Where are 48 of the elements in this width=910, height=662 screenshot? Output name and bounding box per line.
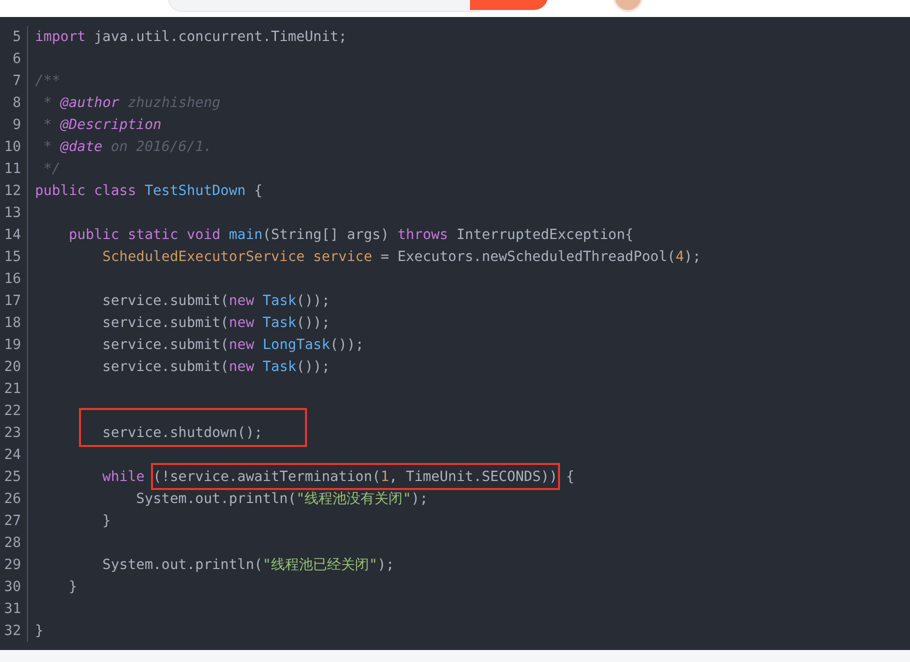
code-line: }	[68, 579, 78, 595]
line-number: 22	[0, 400, 28, 422]
line-number: 7	[0, 70, 28, 92]
line-number: 18	[0, 312, 28, 334]
line-number: 31	[0, 598, 28, 620]
code-line: System.out.println("线程池已经关闭");	[101, 557, 394, 573]
line-number: 10	[0, 136, 28, 158]
code-line: service.shutdown();	[101, 425, 263, 441]
line-number: 19	[0, 334, 28, 356]
code-line: * @author zhuzhisheng	[42, 95, 220, 111]
code-line: System.out.println("线程池没有关闭");	[135, 491, 428, 507]
code-line: */	[42, 161, 60, 177]
code-line: public class TestShutDown {	[35, 183, 263, 199]
line-number: 16	[0, 268, 28, 290]
code-line: ScheduledExecutorService service = Executors.newScheduledThreadPool(4);	[101, 249, 701, 265]
code-line: service.submit(new Task());	[101, 293, 330, 309]
line-number: 14	[0, 224, 28, 246]
line-number: 15	[0, 246, 28, 268]
line-number: 6	[0, 48, 28, 70]
code-line: import java.util.concurrent.TimeUnit;	[35, 29, 347, 45]
line-number: 11	[0, 158, 28, 180]
code-line: }	[101, 513, 111, 529]
line-number: 8	[0, 92, 28, 114]
line-number: 12	[0, 180, 28, 202]
line-number: 28	[0, 532, 28, 554]
code-line: * @date on 2016/6/1.	[42, 139, 212, 155]
line-number: 26	[0, 488, 28, 510]
line-number: 32	[0, 620, 28, 642]
code-line: while (!service.awaitTermination(1, TimeUnit.SECONDS)) {	[101, 469, 574, 485]
line-number: 20	[0, 356, 28, 378]
code-line: /**	[35, 73, 60, 89]
line-number: 25	[0, 466, 28, 488]
line-number: 24	[0, 444, 28, 466]
code-line: * @Description	[42, 117, 162, 133]
line-number: 21	[0, 378, 28, 400]
line-number: 23	[0, 422, 28, 444]
line-number: 5	[0, 26, 28, 48]
code-line: public static void main(String[] args) throws InterruptedException{	[68, 227, 634, 243]
line-number: 17	[0, 290, 28, 312]
line-number: 9	[0, 114, 28, 136]
line-number: 29	[0, 554, 28, 576]
code-line: }	[35, 623, 44, 639]
line-number: 13	[0, 202, 28, 224]
code-line: service.submit(new Task());	[101, 359, 330, 375]
line-number: 30	[0, 576, 28, 598]
code-line: service.submit(new Task());	[101, 315, 330, 331]
line-number: 27	[0, 510, 28, 532]
code-line: service.submit(new LongTask());	[101, 337, 364, 353]
